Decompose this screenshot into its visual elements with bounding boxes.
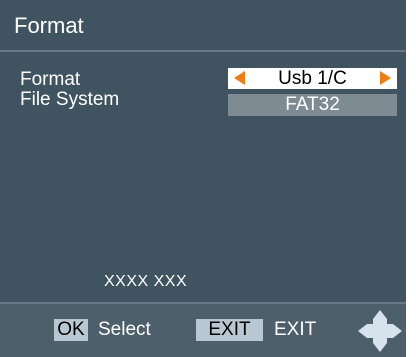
format-selector[interactable]: Usb 1/C xyxy=(228,68,397,89)
title-bar: Format xyxy=(0,0,406,52)
format-label: Format xyxy=(20,69,81,90)
right-arrow-icon[interactable] xyxy=(380,71,391,85)
exit-key-badge[interactable]: EXIT xyxy=(196,319,263,341)
page-title: Format xyxy=(14,13,84,38)
format-value: Usb 1/C xyxy=(278,68,347,89)
file-system-value: FAT32 xyxy=(285,94,340,115)
dpad-icon xyxy=(358,310,402,352)
info-text: XXXX XXX xyxy=(104,273,188,290)
format-panel: Format Format Usb 1/C File System FAT32 … xyxy=(0,0,406,357)
file-system-label: File System xyxy=(20,89,120,110)
footer-bar: OK Select EXIT EXIT xyxy=(0,302,406,357)
file-system-selector[interactable]: FAT32 xyxy=(228,94,397,116)
tv-screen: Format Format Usb 1/C File System FAT32 … xyxy=(0,0,416,357)
ok-key-badge[interactable]: OK xyxy=(54,319,88,341)
exit-label: EXIT xyxy=(274,319,317,340)
select-label: Select xyxy=(98,319,151,340)
